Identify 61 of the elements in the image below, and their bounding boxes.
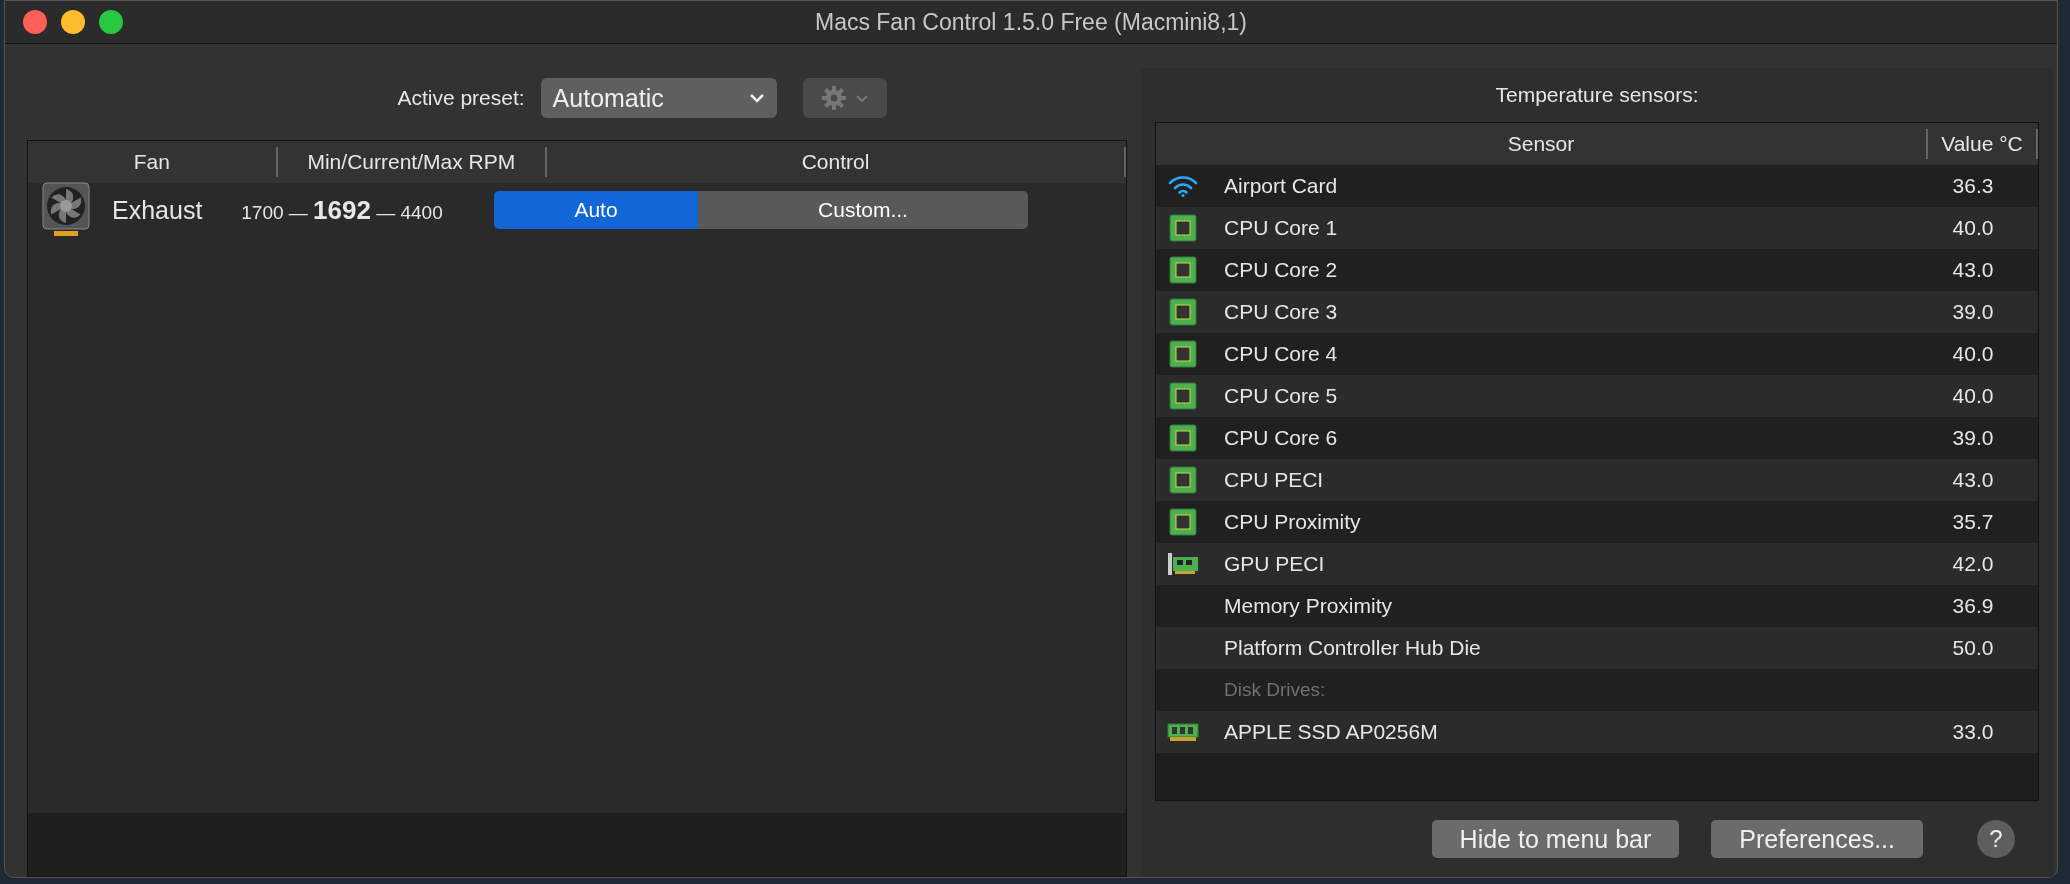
control-segment[interactable]: Auto: [494, 191, 698, 229]
sensor-value: 43.0: [1951, 468, 1995, 492]
graphics-card-icon: [1167, 552, 1199, 576]
sensor-name: CPU Proximity: [1224, 510, 1362, 534]
column-header[interactable]: Sensor: [1156, 129, 1928, 159]
preset-dropdown[interactable]: Automatic: [540, 78, 777, 118]
sensor-name: APPLE SSD AP0256M: [1224, 720, 1439, 744]
sensor-value: 36.9: [1951, 594, 1995, 618]
chip-icon: [1169, 340, 1197, 368]
chip-icon: [1169, 382, 1197, 410]
action-button[interactable]: Preferences...: [1711, 820, 1923, 858]
sensor-name: CPU Core 5: [1224, 384, 1339, 408]
column-header[interactable]: Control: [547, 147, 1126, 177]
sensor-name: CPU Core 6: [1224, 426, 1339, 450]
panel-title: Temperature sensors:: [1495, 83, 1699, 107]
column-header[interactable]: Value °C: [1928, 129, 2038, 159]
sensor-value: 35.7: [1951, 510, 1995, 534]
settings-dropdown[interactable]: [802, 78, 887, 118]
sensor-name: GPU PECI: [1224, 552, 1326, 576]
sensor-value: 33.0: [1951, 720, 1995, 744]
sensor-name: CPU PECI: [1224, 468, 1325, 492]
column-header[interactable]: Min/Current/Max RPM: [277, 147, 548, 177]
chip-icon: [1169, 424, 1197, 452]
sensor-value: 43.0: [1951, 258, 1995, 282]
chevron-down-icon: [748, 93, 765, 103]
action-button[interactable]: Hide to menu bar: [1431, 820, 1680, 858]
window-title: Macs Fan Control 1.5.0 Free (Macmini8,1): [814, 8, 1247, 35]
sensor-name: Platform Controller Hub Die: [1224, 636, 1482, 660]
sensor-value: 40.0: [1951, 384, 1995, 408]
sensor-name: CPU Core 2: [1224, 258, 1339, 282]
gear-icon: [820, 85, 847, 111]
sensor-value: 39.0: [1951, 300, 1995, 324]
sensor-value: 39.0: [1951, 426, 1995, 450]
chip-icon: [1169, 508, 1197, 536]
close-button[interactable]: [23, 10, 47, 34]
sensor-value: 42.0: [1951, 552, 1995, 576]
memory-module-icon: [1167, 722, 1199, 742]
sensor-name: Airport Card: [1224, 174, 1339, 198]
sensor-name: CPU Core 3: [1224, 300, 1339, 324]
chip-icon: [1169, 256, 1197, 284]
column-header[interactable]: Fan: [28, 147, 278, 177]
group-heading: Disk Drives:: [1224, 679, 1327, 701]
sensor-name: CPU Core 1: [1224, 216, 1339, 240]
chip-icon: [1169, 466, 1197, 494]
sensor-value: 40.0: [1951, 216, 1995, 240]
sensor-value: 40.0: [1951, 342, 1995, 366]
chip-icon: [1169, 298, 1197, 326]
minimize-button[interactable]: [61, 10, 85, 34]
sensor-name: CPU Core 4: [1224, 342, 1339, 366]
rpm-reading: 1700 — 1692 — 4400: [240, 194, 444, 226]
wifi-icon: [1168, 175, 1198, 197]
sensor-value: 36.3: [1951, 174, 1995, 198]
sensor-value: 50.0: [1951, 636, 1995, 660]
zoom-button[interactable]: [99, 10, 123, 34]
control-segment[interactable]: Custom...: [698, 191, 1028, 229]
preset-label: Active preset:: [397, 86, 525, 110]
help-button[interactable]: ?: [1977, 820, 2015, 858]
fan-name: Exhaust: [112, 195, 204, 225]
chip-icon: [1169, 214, 1197, 242]
chevron-down-icon: [854, 93, 869, 103]
sensor-name: Memory Proximity: [1224, 594, 1393, 618]
